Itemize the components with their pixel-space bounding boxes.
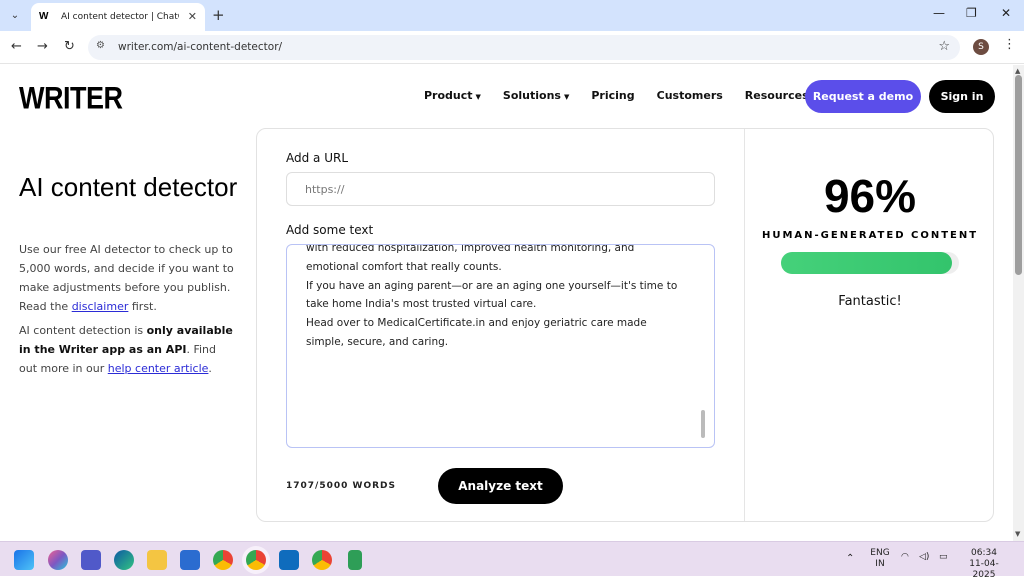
restore-icon[interactable]: ❐ bbox=[966, 6, 977, 20]
windows-taskbar: ⌃ ENG IN ◠ ◁) ▭ 06:34 11-04-2025 bbox=[0, 541, 1024, 580]
windows-start-icon[interactable] bbox=[14, 550, 34, 570]
score-label: HUMAN-GENERATED CONTENT bbox=[761, 230, 979, 241]
volume-icon[interactable]: ◁) bbox=[919, 552, 929, 563]
text-label: Add some text bbox=[286, 223, 374, 237]
disclaimer-link[interactable]: disclaimer bbox=[72, 300, 129, 313]
caret-down-icon: ▼ bbox=[475, 93, 481, 101]
battery-icon[interactable]: ▭ bbox=[939, 552, 948, 563]
language-indicator[interactable]: ENG IN bbox=[869, 548, 891, 570]
textarea-scroll-thumb[interactable] bbox=[701, 410, 705, 438]
url-input[interactable]: https:// bbox=[286, 172, 715, 206]
text-input[interactable]: with reduced hospitalization, improved h… bbox=[286, 244, 715, 448]
file-explorer-icon[interactable] bbox=[147, 550, 167, 570]
page-content: WRITER Product ▼ Solutions ▼ Pricing Custo… bbox=[0, 65, 1013, 541]
edge-icon[interactable] bbox=[114, 550, 134, 570]
caret-down-icon: ▼ bbox=[563, 93, 570, 101]
tab-title: AI content detector | ChatGPT d bbox=[61, 12, 179, 22]
address-bar[interactable]: ⚙ writer.com/ai-content-detector/ ☆ bbox=[88, 35, 960, 60]
site-info-icon[interactable]: ⚙ bbox=[96, 40, 105, 51]
nav-item-customers[interactable]: Customers bbox=[657, 89, 723, 102]
main-nav: Product ▼ Solutions ▼ Pricing Customers Re… bbox=[424, 89, 839, 102]
page-scrollbar[interactable]: ▲ ▼ bbox=[1013, 65, 1024, 541]
chevron-up-icon[interactable]: ⌃ bbox=[846, 553, 854, 564]
tab-search-icon[interactable]: ⌄ bbox=[6, 6, 24, 24]
api-description: AI content detection is only available i… bbox=[19, 324, 233, 375]
text-input-content: with reduced hospitalization, improved h… bbox=[306, 244, 684, 352]
verdict-text: Fantastic! bbox=[838, 294, 902, 309]
url-text[interactable]: writer.com/ai-content-detector/ bbox=[118, 41, 282, 53]
text-line: simple, secure, and caring. bbox=[306, 335, 449, 348]
browser-tab[interactable]: W AI content detector | ChatGPT d ✕ bbox=[31, 3, 205, 31]
outlook-icon[interactable] bbox=[279, 550, 299, 570]
text-line: Head over to MedicalCertificate.in and e… bbox=[306, 317, 647, 330]
browser-toolbar: ← → ↻ ⚙ writer.com/ai-content-detector/ … bbox=[0, 31, 1024, 64]
plus-icon[interactable]: + bbox=[212, 6, 225, 24]
browser-tab-strip: ⌄ W AI content detector | ChatGPT d ✕ + … bbox=[0, 0, 1024, 31]
back-arrow-icon[interactable]: ← bbox=[11, 39, 22, 54]
nav-item-product[interactable]: Product ▼ bbox=[424, 89, 481, 102]
clock[interactable]: 06:34 11-04-2025 bbox=[958, 548, 1010, 581]
text-line: If you have an aging parent—or are an ag… bbox=[306, 279, 678, 292]
score-bar bbox=[781, 252, 959, 274]
close-icon[interactable]: ✕ bbox=[188, 10, 197, 23]
intro-description: Use our free AI detector to check up to … bbox=[19, 243, 234, 313]
analyze-text-button[interactable]: Analyze text bbox=[438, 468, 563, 504]
nav-item-pricing[interactable]: Pricing bbox=[591, 89, 634, 102]
teams-icon[interactable] bbox=[81, 550, 101, 570]
chrome-active-icon[interactable] bbox=[246, 550, 266, 570]
score-value: 96% bbox=[823, 170, 917, 222]
close-window-icon[interactable]: ✕ bbox=[1001, 6, 1011, 20]
store-icon[interactable] bbox=[180, 550, 200, 570]
word-count: 1707/5000 WORDS bbox=[286, 481, 396, 491]
reload-icon[interactable]: ↻ bbox=[64, 39, 75, 54]
scroll-up-icon[interactable]: ▲ bbox=[1015, 67, 1020, 75]
nav-item-solutions[interactable]: Solutions ▼ bbox=[503, 89, 569, 102]
help-center-link[interactable]: help center article bbox=[108, 362, 209, 375]
sign-in-button[interactable]: Sign in bbox=[929, 80, 995, 113]
url-label: Add a URL bbox=[286, 151, 349, 165]
request-demo-button[interactable]: Request a demo bbox=[805, 80, 921, 113]
avatar[interactable]: S bbox=[973, 39, 989, 55]
text-line: with reduced hospitalization, improved h… bbox=[306, 244, 635, 254]
forward-arrow-icon[interactable]: → bbox=[37, 39, 48, 54]
copilot-icon[interactable] bbox=[48, 550, 68, 570]
minimize-icon[interactable]: — bbox=[933, 6, 945, 20]
chrome-profile-icon[interactable] bbox=[213, 550, 233, 570]
writer-favicon-icon: W bbox=[39, 11, 49, 22]
text-line: emotional comfort that really counts. bbox=[306, 260, 502, 273]
page-title: AI content detector bbox=[19, 172, 238, 202]
detector-card: Add a URL https:// Add some text with re… bbox=[256, 128, 994, 522]
scroll-down-icon[interactable]: ▼ bbox=[1015, 530, 1020, 538]
writer-logo[interactable]: WRITER bbox=[19, 81, 123, 117]
notepad-icon[interactable] bbox=[348, 550, 362, 570]
kebab-menu-icon[interactable]: ⋮ bbox=[1003, 37, 1016, 52]
score-bar-fill bbox=[781, 252, 952, 274]
chrome-profile2-icon[interactable] bbox=[312, 550, 332, 570]
page-scroll-thumb[interactable] bbox=[1015, 75, 1022, 275]
text-line: take home India's most trusted virtual c… bbox=[306, 298, 537, 311]
star-icon[interactable]: ☆ bbox=[938, 39, 950, 54]
wifi-icon[interactable]: ◠ bbox=[901, 552, 909, 563]
